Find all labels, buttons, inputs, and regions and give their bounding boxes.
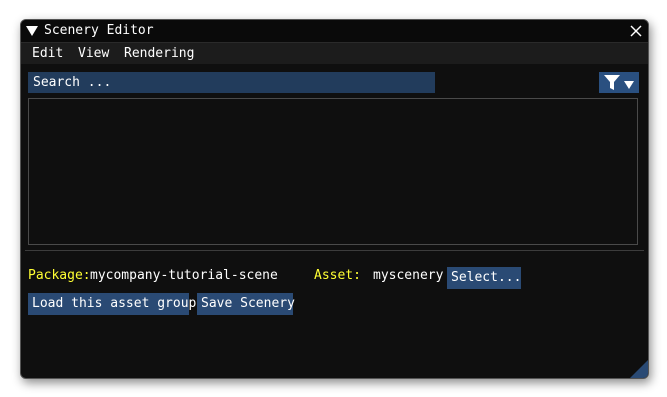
asset-list-panel[interactable] xyxy=(28,98,638,245)
close-icon[interactable] xyxy=(628,23,644,39)
title-bar[interactable]: Scenery Editor xyxy=(21,20,648,43)
collapse-triangle-icon[interactable] xyxy=(26,25,38,37)
asset-label: Asset: xyxy=(314,268,361,283)
package-label: Package: xyxy=(28,268,91,283)
load-asset-group-button[interactable]: Load this asset group xyxy=(28,293,196,315)
asset-value: myscenery xyxy=(373,268,444,283)
menu-bar: Edit View Rendering xyxy=(21,43,648,64)
filter-button[interactable] xyxy=(599,72,639,93)
menu-item-edit[interactable]: Edit xyxy=(32,46,63,62)
save-scenery-button[interactable]: Save Scenery xyxy=(197,293,295,315)
filter-icon xyxy=(604,75,634,90)
search-input[interactable] xyxy=(28,72,435,93)
menu-item-rendering[interactable]: Rendering xyxy=(124,46,194,62)
resize-grip-icon[interactable] xyxy=(630,360,648,378)
window-title: Scenery Editor xyxy=(44,23,154,38)
menu-item-view[interactable]: View xyxy=(78,46,109,62)
select-asset-button[interactable]: Select... xyxy=(447,267,521,289)
package-value: mycompany-tutorial-scene xyxy=(90,268,278,283)
scenery-editor-window: Scenery Editor Edit View Rendering Packa… xyxy=(20,19,649,379)
section-divider xyxy=(25,250,644,251)
